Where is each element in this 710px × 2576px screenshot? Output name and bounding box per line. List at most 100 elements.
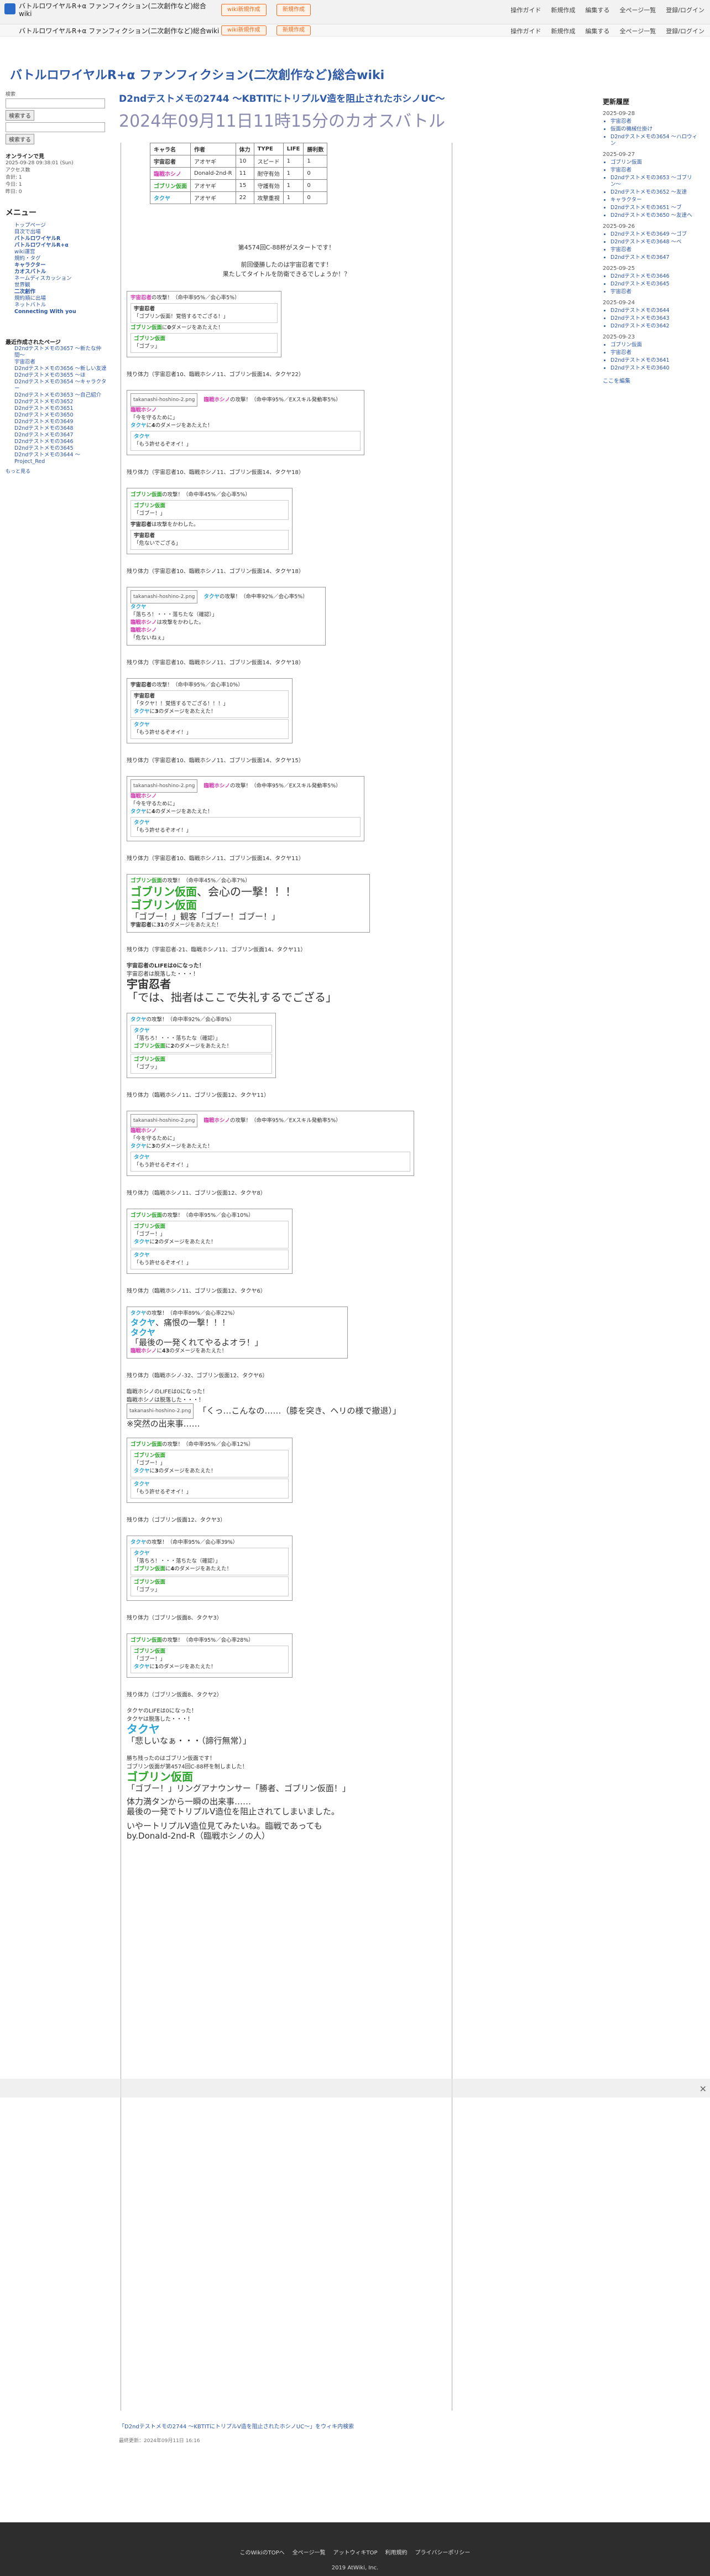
recent-page-link[interactable]: D2ndテストメモの3648 — [14, 425, 108, 432]
menu-item[interactable]: 目次で出場 — [14, 229, 108, 236]
edit-here-link[interactable]: ここを編集 — [603, 376, 702, 384]
recent-page-link[interactable]: 宇宙忍者 — [14, 359, 108, 366]
toolbar: 操作ガイド 新規作成 編集する 全ページ一覧 登録/ログイン — [511, 6, 705, 14]
menu-item[interactable]: ネームディスカッション — [14, 275, 108, 282]
menu-item[interactable]: トップページ — [14, 222, 108, 229]
history-item[interactable]: D2ndテストメモの3642 — [610, 323, 702, 330]
history-item[interactable]: D2ndテストメモの3648 〜ベ — [610, 239, 702, 246]
recent-page-link[interactable]: D2ndテストメモの3653 〜自己紹介 — [14, 392, 108, 399]
sticky-toolbar-new[interactable]: 新規作成 — [551, 27, 576, 35]
hoshino-image: takanashi-hoshino-2.png — [130, 779, 198, 793]
site-title-small[interactable]: バトルロワイヤルR+α ファンフィクション(二次創作など)総合wiki — [19, 2, 218, 18]
table-cell: 0 — [303, 167, 328, 180]
table-cell: アオヤギ — [190, 155, 236, 168]
recent-page-link[interactable]: D2ndテストメモの3656 〜新しい友達 — [14, 366, 108, 372]
menu-item[interactable]: カオスバトル — [14, 269, 108, 275]
footer-link[interactable]: このWikiのTOPへ — [240, 2548, 285, 2556]
history-item[interactable]: ゴブリン仮面 — [610, 342, 702, 348]
sticky-wiki-create-button[interactable]: wiki新規作成 — [221, 25, 267, 35]
recent-page-link[interactable]: D2ndテストメモの3645 — [14, 445, 108, 452]
toolbar-guide[interactable]: 操作ガイド — [511, 6, 541, 14]
more-link[interactable]: もっと見る — [6, 469, 108, 476]
history-item[interactable]: D2ndテストメモの3653 〜ゴブリン〜 — [610, 175, 702, 188]
battle-log-box: takanashi-hoshino-2.png 臨戦ホシノの攻撃！（命中率95%… — [127, 1111, 414, 1176]
history-item[interactable]: 宇宙忍者 — [610, 167, 702, 174]
site-logo-icon[interactable] — [4, 3, 15, 14]
table-cell[interactable]: 臨戦ホシノ — [150, 167, 191, 180]
recent-page-link[interactable]: D2ndテストメモの3644 〜Project_Red — [14, 452, 108, 465]
history-item[interactable]: キャラクター — [610, 197, 702, 204]
new-create-button[interactable]: 新規作成 — [276, 4, 311, 16]
menu-item[interactable]: 二次創作 — [14, 289, 108, 295]
history-item[interactable]: D2ndテストメモの3650 〜友達へ — [610, 212, 702, 219]
recent-page-link[interactable]: D2ndテストメモの3649 — [14, 419, 108, 425]
history-item[interactable]: D2ndテストメモの3649 〜ゴブ — [610, 231, 702, 238]
site-title[interactable]: バトルロワイヤルR+α ファンフィクション(二次創作など)総合wiki — [10, 65, 384, 83]
menu-item[interactable]: wiki運営 — [14, 249, 108, 256]
history-item[interactable]: D2ndテストメモの3652 〜友達 — [610, 189, 702, 196]
menu-item[interactable]: Connecting With you — [14, 309, 108, 315]
recent-page-link[interactable]: D2ndテストメモの3652 — [14, 399, 108, 405]
recent-page-link[interactable]: D2ndテストメモの3651 — [14, 405, 108, 412]
sticky-toolbar-all-pages[interactable]: 全ページ一覧 — [620, 27, 656, 35]
footer-link[interactable]: アットウィキTOP — [333, 2548, 378, 2556]
history-item[interactable]: D2ndテストメモの3647 — [610, 254, 702, 261]
search-input-2[interactable] — [6, 122, 105, 132]
updated-timestamp: 2025-09-28 09:38:01 (Sun) — [6, 160, 74, 166]
history-item[interactable]: 宇宙忍者 — [610, 247, 702, 253]
history-item[interactable]: D2ndテストメモの3644 — [610, 308, 702, 314]
recent-page-link[interactable]: D2ndテストメモの3657 〜新たな仲間〜 — [14, 346, 108, 359]
search-input[interactable] — [6, 98, 105, 108]
history-item[interactable]: D2ndテストメモの3643 — [610, 315, 702, 322]
history-item[interactable]: D2ndテストメモの3645 — [610, 281, 702, 288]
close-icon[interactable]: ✕ — [699, 2084, 707, 2094]
recent-page-link[interactable]: D2ndテストメモの3655 〜ほ — [14, 372, 108, 379]
toolbar-new[interactable]: 新規作成 — [551, 6, 576, 14]
menu-item[interactable]: バトルロワイヤルR — [14, 236, 108, 242]
battle-log-box: 宇宙忍者の攻撃！（命中率95%／会心率5%） 宇宙忍者 「ゴブリン仮面！覚悟するで… — [127, 291, 281, 357]
recent-page-link[interactable]: D2ndテストメモの3654 〜キャラクター — [14, 379, 108, 392]
menu-item[interactable]: ネットバトル — [14, 302, 108, 309]
menu-item[interactable]: バトルロワイヤルR+α — [14, 242, 108, 249]
sticky-toolbar-guide[interactable]: 操作ガイド — [511, 27, 541, 35]
history-item[interactable]: D2ndテストメモの3654 〜ハロウィン — [610, 134, 702, 147]
menu-item[interactable]: 世界観 — [14, 282, 108, 289]
sticky-title[interactable]: バトルロワイヤルR+α ファンフィクション(二次創作など)総合wiki — [19, 26, 219, 35]
table-cell[interactable]: ゴブリン仮面 — [150, 179, 191, 192]
menu-item[interactable]: キャラクター — [14, 262, 108, 269]
search-button[interactable]: 検索する — [6, 110, 34, 121]
history-item[interactable]: D2ndテストメモの3641 — [610, 357, 702, 364]
table-cell: 1 — [283, 167, 304, 180]
footer-link[interactable]: 全ページ一覧 — [293, 2548, 326, 2556]
recent-page-link[interactable]: D2ndテストメモの3650 — [14, 412, 108, 419]
history-item[interactable]: 宇宙忍者 — [610, 350, 702, 356]
history-item[interactable]: D2ndテストメモの3646 — [610, 273, 702, 280]
history-item[interactable]: D2ndテストメモの3640 — [610, 365, 702, 372]
access-count-label: アクセス数 — [6, 168, 30, 173]
history-item[interactable]: 仮面の機械仕掛け — [610, 126, 702, 133]
menu-item[interactable]: 規約・タグ — [14, 256, 108, 262]
sticky-toolbar-edit[interactable]: 編集する — [586, 27, 610, 35]
recent-page-link[interactable]: D2ndテストメモの3646 — [14, 439, 108, 445]
recent-page-link[interactable]: D2ndテストメモの3647 — [14, 432, 108, 439]
history-item[interactable]: D2ndテストメモの3651 〜ブ — [610, 205, 702, 211]
table-cell[interactable]: タクヤ — [150, 191, 191, 204]
table-cell[interactable]: 宇宙忍者 — [150, 155, 191, 168]
footer-link[interactable]: プライバシーポリシー — [415, 2548, 471, 2556]
intro-line: 第4574回C-88杯がスタートです！ — [238, 244, 335, 251]
search-button-2[interactable]: 検索する — [6, 134, 34, 144]
battle-log-box: ゴブリン仮面の攻撃！（命中率45%／会心率5%） ゴブリン仮面 「ゴブー！」 宇宙… — [127, 488, 293, 554]
footer-link[interactable]: 利用規約 — [385, 2548, 408, 2556]
menu-item[interactable]: 規約順に出場 — [14, 295, 108, 302]
sticky-toolbar-login[interactable]: 登録/ログイン — [666, 27, 704, 35]
toolbar-edit[interactable]: 編集する — [586, 6, 610, 14]
history-item[interactable]: ゴブリン仮面 — [610, 159, 702, 166]
toolbar-all-pages[interactable]: 全ページ一覧 — [620, 6, 656, 14]
history-item[interactable]: 宇宙忍者 — [610, 289, 702, 295]
wiki-create-button[interactable]: wiki新規作成 — [221, 4, 267, 16]
table-cell: 攻撃重視 — [253, 191, 284, 204]
toolbar-login[interactable]: 登録/ログイン — [666, 6, 704, 14]
wiki-search-link[interactable]: 「D2ndテストメモの2744 〜KBTITにトリプルV造を阻止されたホシノUC… — [119, 2422, 594, 2430]
history-item[interactable]: 宇宙忍者 — [610, 118, 702, 125]
sticky-new-create-button[interactable]: 新規作成 — [276, 25, 311, 35]
